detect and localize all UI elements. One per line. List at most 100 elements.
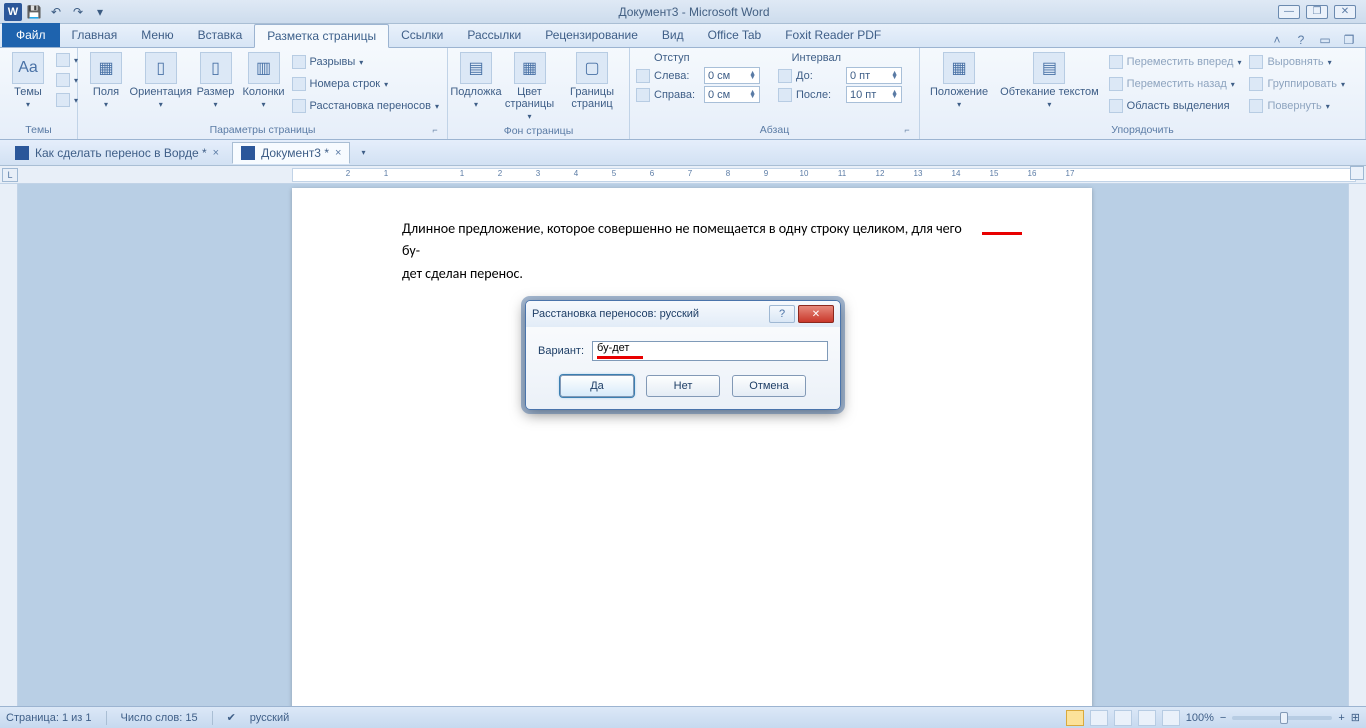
tab-home[interactable]: Главная [60,23,130,47]
dialog-close-button[interactable]: ✕ [798,305,834,323]
page-color-button[interactable]: ▦Цвет страницы▾ [502,50,557,124]
full-screen-view-button[interactable] [1090,710,1108,726]
title-bar: W 💾 ↶ ↷ ▾ Документ3 - Microsoft Word — ❐… [0,0,1366,24]
theme-fonts-button[interactable]: ▾ [54,72,80,88]
position-button[interactable]: ▦Положение▾ [926,50,992,112]
spell-check-icon[interactable]: ✔ [227,711,236,724]
bring-forward-button[interactable]: Переместить вперед ▾ [1107,54,1244,70]
space-before-icon [778,69,792,83]
save-button[interactable]: 💾 [24,2,44,22]
paragraph-dialog-launcher[interactable]: ⌐ [901,125,913,137]
theme-effects-button[interactable]: ▾ [54,92,80,108]
tab-insert[interactable]: Вставка [186,23,255,47]
dialog-help-button[interactable]: ? [769,305,795,323]
ribbon-min-icon[interactable]: ▭ [1316,33,1334,47]
send-backward-button[interactable]: Переместить назад ▾ [1107,76,1244,92]
page-status[interactable]: Страница: 1 из 1 [6,712,92,724]
tab-page-layout[interactable]: Разметка страницы [254,24,389,48]
tab-office-tab[interactable]: Office Tab [696,23,774,47]
tab-view[interactable]: Вид [650,23,696,47]
line-numbers-button[interactable]: Номера строк ▾ [290,76,442,92]
group-button[interactable]: Группировать ▾ [1247,76,1347,92]
space-after-input[interactable]: 10 пт▲▼ [846,86,902,103]
web-layout-view-button[interactable] [1114,710,1132,726]
colors-icon [56,53,70,67]
no-button[interactable]: Нет [646,375,720,397]
indent-right-input[interactable]: 0 см▲▼ [704,86,760,103]
tab-file[interactable]: Файл [2,23,60,47]
print-layout-view-button[interactable] [1066,710,1084,726]
close-button[interactable]: ✕ [1334,5,1356,19]
qat-customize-button[interactable]: ▾ [90,2,110,22]
horizontal-ruler[interactable]: 211234567891011121314151617 [292,168,1356,182]
cancel-button[interactable]: Отмена [732,375,806,397]
zoom-level[interactable]: 100% [1186,712,1214,724]
watermark-button[interactable]: ▤Подложка▾ [454,50,498,112]
tab-references[interactable]: Ссылки [389,23,455,47]
align-button[interactable]: Выровнять ▾ [1247,54,1347,70]
orientation-button[interactable]: ▯Ориентация▾ [132,50,190,112]
minimize-ribbon-button[interactable]: ˄ [1268,33,1286,47]
ribbon-restore-icon[interactable]: ❐ [1340,33,1358,47]
minimize-button[interactable]: — [1278,5,1300,19]
size-icon: ▯ [200,52,232,84]
ribbon-help-area: ˄ ? ▭ ❐ [1268,33,1366,47]
ruler-toggle-button[interactable] [1350,166,1364,180]
dialog-titlebar[interactable]: Расстановка переносов: русский ? ✕ [526,301,840,327]
tab-foxit[interactable]: Foxit Reader PDF [773,23,893,47]
page[interactable]: Длинное предложение, которое совершенно … [292,188,1092,706]
ribbon-tabs: Файл Главная Меню Вставка Разметка стран… [0,24,1366,48]
doc-tab-1-label: Как сделать перенос в Ворде * [35,146,207,160]
group-label-themes: Темы [6,123,71,137]
group-label-page-bg: Фон страницы [454,124,623,138]
restore-button[interactable]: ❐ [1306,5,1328,19]
page-borders-button[interactable]: ▢Границы страниц [561,50,623,112]
help-button[interactable]: ? [1292,33,1310,47]
group-page-background: ▤Подложка▾ ▦Цвет страницы▾ ▢Границы стра… [448,48,630,139]
wrap-text-button[interactable]: ▤Обтекание текстом▾ [996,50,1103,112]
tab-menu[interactable]: Меню [129,23,185,47]
page-setup-dialog-launcher[interactable]: ⌐ [429,125,441,137]
zoom-out-button[interactable]: − [1220,712,1226,724]
hyphenation-button[interactable]: Расстановка переносов ▾ [290,98,442,114]
indent-header: Отступ [654,52,690,64]
yes-button[interactable]: Да [560,375,634,397]
language-status[interactable]: русский [250,712,289,724]
word-count[interactable]: Число слов: 15 [121,712,198,724]
group-label-page-setup: Параметры страницы⌐ [84,123,441,137]
outline-view-button[interactable] [1138,710,1156,726]
undo-button[interactable]: ↶ [46,2,66,22]
indent-left-icon [636,69,650,83]
themes-icon: Aa [12,52,44,84]
rotate-button[interactable]: Повернуть ▾ [1247,98,1347,114]
vertical-scrollbar[interactable] [1348,184,1366,706]
size-button[interactable]: ▯Размер▾ [194,50,238,112]
doc-tab-1[interactable]: Как сделать перенос в Ворде * × [6,142,228,164]
variant-input[interactable]: бу-дет [592,341,828,361]
doc-tab-menu[interactable]: ▾ [354,144,372,161]
selection-pane-button[interactable]: Область выделения [1107,98,1244,114]
document-area: Длинное предложение, которое совершенно … [0,184,1366,706]
tab-selector[interactable]: L [2,168,18,182]
draft-view-button[interactable] [1162,710,1180,726]
space-before-input[interactable]: 0 пт▲▼ [846,67,902,84]
doc-tab-2[interactable]: Документ3 * × [232,142,350,164]
breaks-button[interactable]: Разрывы ▾ [290,54,442,70]
fit-button[interactable]: ⊞ [1351,711,1360,724]
theme-colors-button[interactable]: ▾ [54,52,80,68]
close-tab-1-button[interactable]: × [213,147,219,159]
indent-left-input[interactable]: 0 см▲▼ [704,67,760,84]
quick-access-toolbar: W 💾 ↶ ↷ ▾ [0,2,110,22]
margins-button[interactable]: ▦Поля▾ [84,50,128,112]
zoom-slider[interactable] [1232,716,1332,720]
tab-mailings[interactable]: Рассылки [455,23,533,47]
tab-review[interactable]: Рецензирование [533,23,650,47]
redo-button[interactable]: ↷ [68,2,88,22]
vertical-ruler[interactable] [0,184,18,706]
close-tab-2-button[interactable]: × [335,147,341,159]
zoom-in-button[interactable]: + [1338,712,1344,724]
document-tabs: Как сделать перенос в Ворде * × Документ… [0,140,1366,166]
themes-button[interactable]: Aa Темы▾ [6,50,50,112]
columns-button[interactable]: ▥Колонки▾ [242,50,286,112]
zoom-slider-thumb[interactable] [1280,712,1288,724]
